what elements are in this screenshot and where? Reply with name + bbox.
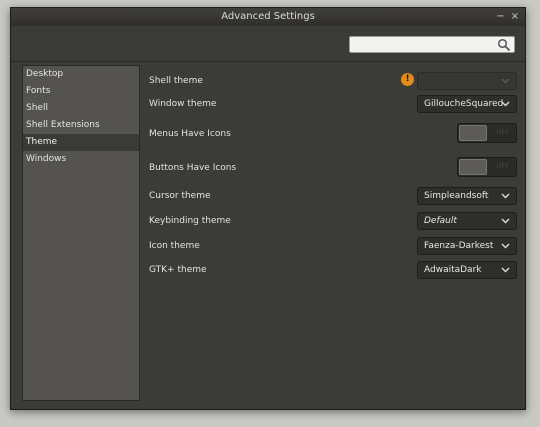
menus-have-icons-switch[interactable]: OFF — [457, 123, 517, 143]
cursor-theme-label: Cursor theme — [149, 191, 211, 201]
search-icon[interactable] — [497, 38, 511, 52]
icon-theme-value: Faenza-Darkest — [424, 241, 494, 251]
chevron-down-icon — [501, 267, 510, 273]
keybinding-theme-label: Keybinding theme — [149, 216, 231, 226]
keybinding-theme-row: Keybinding theme Default — [148, 212, 520, 232]
chevron-down-icon — [501, 101, 510, 107]
menus-have-icons-row: Menus Have Icons OFF — [148, 123, 520, 145]
chevron-down-icon — [501, 218, 510, 224]
keybinding-theme-dropdown[interactable]: Default — [417, 212, 517, 230]
settings-panel: Shell theme ! Window theme GilloucheSqua… — [148, 65, 520, 401]
warning-icon: ! — [401, 73, 414, 86]
sidebar-item-shell[interactable]: Shell — [23, 100, 139, 117]
cursor-theme-row: Cursor theme Simpleandsoft — [148, 187, 520, 207]
shell-theme-row: Shell theme ! — [148, 72, 520, 92]
window-title: Advanced Settings — [221, 11, 315, 22]
minimize-icon[interactable]: − — [496, 8, 504, 26]
window-controls: − × — [496, 8, 519, 26]
gtk-theme-value: AdwaitaDark — [424, 265, 482, 275]
shell-theme-label: Shell theme — [149, 76, 203, 86]
sidebar-item-theme[interactable]: Theme — [23, 134, 139, 151]
toolbar — [11, 26, 525, 62]
window-theme-label: Window theme — [149, 99, 217, 109]
gtk-theme-dropdown[interactable]: AdwaitaDark — [417, 261, 517, 279]
switch-knob[interactable] — [459, 159, 487, 175]
buttons-have-icons-switch[interactable]: OFF — [457, 157, 517, 177]
sidebar-item-windows[interactable]: Windows — [23, 151, 139, 168]
switch-state-label: OFF — [496, 163, 509, 170]
icon-theme-label: Icon theme — [149, 241, 200, 251]
chevron-down-icon — [501, 78, 510, 84]
keybinding-theme-value: Default — [424, 216, 457, 226]
gtk-theme-label: GTK+ theme — [149, 265, 207, 275]
advanced-settings-window: Advanced Settings − × Desktop Fonts Shel… — [10, 7, 526, 410]
cursor-theme-value: Simpleandsoft — [424, 191, 489, 201]
chevron-down-icon — [501, 243, 510, 249]
gtk-theme-row: GTK+ theme AdwaitaDark — [148, 261, 520, 281]
window-theme-row: Window theme GilloucheSquared — [148, 95, 520, 115]
window-theme-dropdown[interactable]: GilloucheSquared — [417, 95, 517, 113]
shell-theme-dropdown[interactable] — [417, 72, 517, 90]
chevron-down-icon — [501, 193, 510, 199]
cursor-theme-dropdown[interactable]: Simpleandsoft — [417, 187, 517, 205]
icon-theme-row: Icon theme Faenza-Darkest — [148, 237, 520, 257]
buttons-have-icons-label: Buttons Have Icons — [149, 163, 237, 173]
switch-state-label: OFF — [496, 129, 509, 136]
window-theme-value: GilloucheSquared — [424, 99, 504, 109]
search-input[interactable] — [349, 36, 515, 53]
sidebar-item-fonts[interactable]: Fonts — [23, 83, 139, 100]
close-icon[interactable]: × — [511, 8, 519, 26]
icon-theme-dropdown[interactable]: Faenza-Darkest — [417, 237, 517, 255]
sidebar-item-desktop[interactable]: Desktop — [23, 66, 139, 83]
buttons-have-icons-row: Buttons Have Icons OFF — [148, 157, 520, 179]
title-bar[interactable]: Advanced Settings − × — [11, 8, 525, 26]
category-sidebar: Desktop Fonts Shell Shell Extensions The… — [22, 65, 140, 401]
sidebar-item-shell-extensions[interactable]: Shell Extensions — [23, 117, 139, 134]
menus-have-icons-label: Menus Have Icons — [149, 129, 231, 139]
switch-knob[interactable] — [459, 125, 487, 141]
